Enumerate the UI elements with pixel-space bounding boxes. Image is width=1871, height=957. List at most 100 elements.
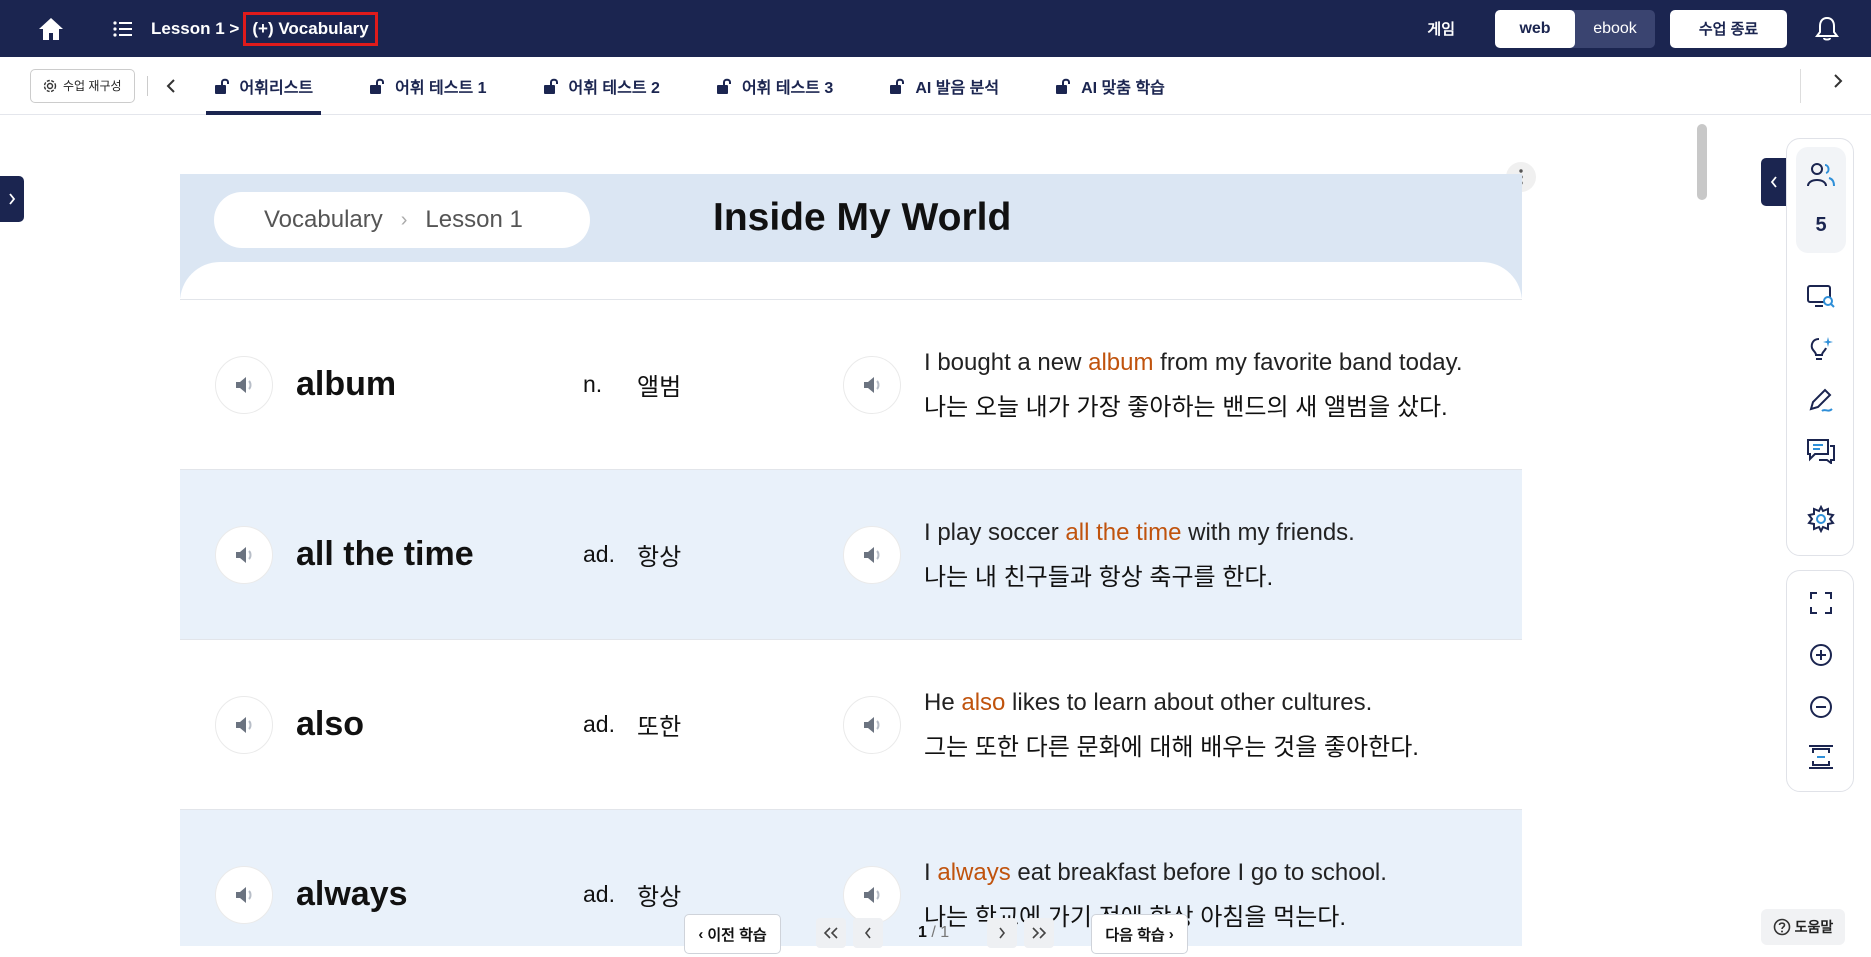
prev-lesson-button[interactable]: ‹ 이전 학습 bbox=[684, 914, 781, 954]
tab-scroll-prev[interactable] bbox=[166, 78, 176, 94]
scrollbar-thumb[interactable] bbox=[1697, 124, 1707, 200]
idea-button[interactable] bbox=[1787, 331, 1855, 367]
breadcrumb: Lesson 1 > (+) Vocabulary bbox=[151, 11, 378, 46]
view-panel bbox=[1786, 570, 1854, 792]
help-button[interactable]: 도움말 bbox=[1761, 909, 1845, 945]
breadcrumb-current[interactable]: (+) Vocabulary bbox=[243, 11, 378, 46]
view-web-option[interactable]: web bbox=[1495, 9, 1575, 48]
example-english: I always eat breakfast before I go to sc… bbox=[924, 854, 1514, 891]
example-text: likes to learn about other cultures. bbox=[1005, 688, 1373, 716]
next-lesson-label: 다음 학습 bbox=[1105, 926, 1165, 944]
menu-button[interactable] bbox=[113, 20, 133, 37]
example-audio-button[interactable] bbox=[843, 355, 901, 414]
prev-page-button[interactable] bbox=[853, 918, 883, 948]
tab-ai-custom-learning[interactable]: AI 맞춤 학습 bbox=[1047, 57, 1173, 115]
gear-icon bbox=[43, 79, 57, 92]
word-meaning: 항상 bbox=[637, 884, 682, 911]
list-icon bbox=[113, 20, 132, 37]
example-korean: 나는 오늘 내가 가장 좋아하는 밴드의 새 앨범을 샀다. bbox=[924, 393, 1448, 421]
settings-button[interactable] bbox=[1787, 501, 1855, 537]
example-text: from my favorite band today. bbox=[1153, 348, 1463, 376]
example-text: I bbox=[924, 858, 938, 886]
bottom-navigation: ‹ 이전 학습 1 / 1 다음 학습 › bbox=[0, 912, 1700, 957]
monitor-search-icon bbox=[1807, 285, 1835, 308]
next-lesson-button[interactable]: 다음 학습 › bbox=[1091, 914, 1188, 954]
tab-vocab-list[interactable]: 어휘리스트 bbox=[205, 57, 322, 115]
notification-button[interactable] bbox=[1815, 16, 1839, 42]
word-audio-button[interactable] bbox=[215, 355, 273, 414]
first-page-button[interactable] bbox=[816, 918, 846, 948]
participants-button[interactable] bbox=[1787, 155, 1855, 195]
screen-monitor-button[interactable] bbox=[1787, 279, 1855, 315]
help-label: 도움말 bbox=[1794, 919, 1834, 935]
divider bbox=[1800, 69, 1801, 103]
end-class-button[interactable]: 수업 종료 bbox=[1670, 9, 1787, 48]
pencil-icon bbox=[1809, 388, 1833, 412]
fullscreen-button[interactable] bbox=[1787, 585, 1855, 621]
unlock-icon bbox=[716, 78, 731, 94]
vocab-row: also ad. 또한 He also likes to learn about… bbox=[180, 639, 1522, 809]
bell-icon bbox=[1815, 16, 1839, 40]
tab-label: AI 발음 분석 bbox=[915, 79, 1000, 97]
next-page-button[interactable] bbox=[987, 918, 1017, 948]
zoom-in-button[interactable] bbox=[1787, 637, 1855, 673]
word-meaning: 또한 bbox=[637, 714, 682, 741]
tab-vocab-test-3[interactable]: 어휘 테스트 3 bbox=[708, 57, 841, 115]
chat-button[interactable] bbox=[1787, 433, 1855, 469]
speaker-icon bbox=[864, 716, 880, 733]
pen-button[interactable] bbox=[1787, 383, 1855, 419]
gear-icon bbox=[1807, 505, 1835, 533]
breadcrumb-lesson[interactable]: Lesson 1 > bbox=[151, 19, 239, 39]
vocab-word: also bbox=[296, 705, 365, 743]
tab-vocab-test-1[interactable]: 어휘 테스트 1 bbox=[361, 57, 494, 115]
tab-ai-pronunciation[interactable]: AI 발음 분석 bbox=[881, 57, 1007, 115]
example-korean: 그는 또한 다른 문화에 대해 배우는 것을 좋아한다. bbox=[924, 733, 1419, 761]
speaker-icon bbox=[236, 886, 252, 903]
speaker-icon bbox=[864, 886, 880, 903]
word-audio-button[interactable] bbox=[215, 525, 273, 584]
example-audio-button[interactable] bbox=[843, 525, 901, 584]
part-of-speech: n. bbox=[583, 371, 603, 397]
vocabulary-content: Vocabulary › Lesson 1 Inside My World al… bbox=[180, 174, 1522, 946]
example-korean: 나는 내 친구들과 항상 축구를 한다. bbox=[924, 563, 1274, 591]
example-keyword: always bbox=[937, 858, 1011, 886]
word-audio-button[interactable] bbox=[215, 695, 273, 754]
example-english: He also likes to learn about other cultu… bbox=[924, 684, 1514, 721]
tab-label: 어휘 테스트 3 bbox=[741, 79, 834, 97]
reconfigure-button[interactable]: 수업 재구성 bbox=[30, 68, 135, 103]
example-text: with my friends. bbox=[1181, 518, 1355, 546]
fit-height-button[interactable] bbox=[1787, 739, 1855, 775]
left-panel-toggle[interactable] bbox=[0, 176, 24, 222]
tab-list: 어휘리스트 어휘 테스트 1 어휘 테스트 2 어휘 테스트 3 AI 발음 분… bbox=[205, 57, 1213, 115]
content-scrollbar[interactable] bbox=[1697, 124, 1709, 946]
right-panel-toggle[interactable] bbox=[1761, 158, 1787, 206]
tab-scroll-next[interactable] bbox=[1833, 73, 1843, 89]
example-english: I play soccer all the time with my frien… bbox=[924, 514, 1514, 551]
lightbulb-icon bbox=[1810, 337, 1833, 360]
view-ebook-option[interactable]: ebook bbox=[1575, 10, 1655, 48]
chat-icon bbox=[1807, 439, 1835, 464]
participant-count: 5 bbox=[1787, 207, 1855, 243]
example-audio-button[interactable] bbox=[843, 695, 901, 754]
users-icon bbox=[1807, 163, 1835, 187]
zoom-out-button[interactable] bbox=[1787, 689, 1855, 725]
vocab-header: Vocabulary › Lesson 1 Inside My World bbox=[180, 174, 1522, 322]
tab-label: 어휘 테스트 2 bbox=[568, 79, 660, 97]
prev-lesson-label: 이전 학습 bbox=[707, 926, 767, 944]
home-button[interactable] bbox=[22, 0, 79, 57]
page-title: Inside My World bbox=[713, 196, 1012, 239]
fullscreen-icon bbox=[1810, 592, 1832, 614]
home-icon bbox=[38, 17, 63, 40]
example-sentence: I bought a new album from my favorite ba… bbox=[924, 344, 1514, 426]
vocab-row: all the time ad. 항상 I play soccer all th… bbox=[180, 469, 1522, 639]
example-text: He bbox=[924, 688, 962, 716]
tab-vocab-test-2[interactable]: 어휘 테스트 2 bbox=[535, 57, 668, 115]
reconfigure-label: 수업 재구성 bbox=[63, 79, 122, 93]
game-link[interactable]: 게임 bbox=[1427, 18, 1455, 39]
vocab-word: always bbox=[296, 875, 408, 913]
example-keyword: also bbox=[961, 688, 1006, 716]
last-page-button[interactable] bbox=[1024, 918, 1054, 948]
unlock-icon bbox=[370, 78, 385, 94]
chevron-left-icon bbox=[1770, 176, 1777, 188]
chevron-right-icon: › bbox=[1168, 925, 1174, 943]
